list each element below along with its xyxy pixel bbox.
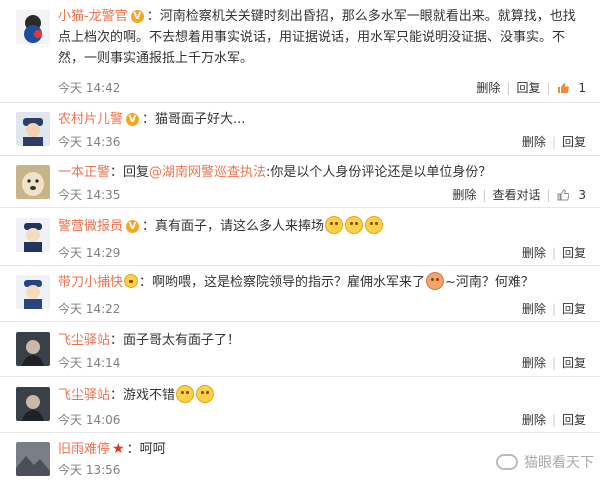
crying-emoji-icon: [196, 385, 215, 403]
avatar[interactable]: [16, 112, 50, 146]
delete-link[interactable]: 删除: [522, 413, 546, 427]
delete-link[interactable]: 删除: [522, 135, 546, 149]
cat-emoji-icon: [345, 216, 364, 234]
comment-item: 飞尘驿站：游戏不错 今天 14:06 删除 | 回复: [0, 377, 600, 433]
comment-text: ：游戏不错: [110, 388, 176, 403]
comment-time: 今天 13:56: [58, 463, 121, 477]
comment-text-line: 小猫-龙警官 V ：河南检察机关关键时刻出昏招，那么多水军一眼就看出来。就算找，也找…: [58, 6, 586, 69]
comment-text: :你是以个人身份评论还是以单位身份？: [266, 165, 492, 180]
thumbs-up-icon: [557, 189, 569, 201]
verified-badge-icon: V: [126, 113, 140, 126]
comment-item: 带刀小捕快 ：啊哟喂，这是检察院领导的指示？雇佣水军来了 ~河南？何难？ 今天 14…: [0, 266, 600, 322]
comment-text-line: 飞尘驿站：游戏不错: [58, 385, 586, 406]
avatar[interactable]: [16, 275, 50, 309]
avatar[interactable]: [16, 332, 50, 366]
username-link[interactable]: 警营微报员: [58, 219, 123, 234]
thumbs-up-icon: [557, 83, 569, 93]
comment-text-line: 警营微报员 V ：真有面子，请这么多人来捧场: [58, 216, 586, 237]
laugh-emoji-icon: [426, 272, 445, 290]
comment-item: 农村片儿警 V ：猫哥面子好大... 今天 14:36 删除 | 回复: [0, 103, 600, 156]
comment-text: ：猫哥面子好大...: [142, 112, 246, 127]
verified-badge-icon: V: [130, 10, 144, 23]
delete-link[interactable]: 删除: [522, 246, 546, 260]
cat-emoji-icon: [365, 216, 384, 234]
comment-text: ：呵呵: [126, 442, 166, 457]
comment-time: 今天 14:22: [58, 302, 121, 316]
comment-text-line: 农村片儿警 V ：猫哥面子好大...: [58, 109, 586, 130]
comment-text: ：啊哟喂，这是检察院领导的指示？雇佣水军来了: [139, 275, 426, 290]
avatar[interactable]: [16, 218, 50, 252]
avatar[interactable]: [16, 165, 50, 199]
username-link[interactable]: 带刀小捕快: [58, 275, 123, 290]
comment-item: 一本正警：回复@湖南网警巡查执法:你是以个人身份评论还是以单位身份？ 今天 14…: [0, 156, 600, 208]
comment-time: 今天 14:06: [58, 413, 121, 427]
comment-time: 今天 14:42: [58, 81, 121, 95]
delete-link[interactable]: 删除: [452, 188, 476, 202]
avatar[interactable]: [16, 442, 50, 476]
like-count: 3: [578, 188, 586, 202]
username-link[interactable]: 飞尘驿站: [58, 388, 110, 403]
comment-item: 飞尘驿站：面子哥太有面子了！ 今天 14:14 删除 | 回复: [0, 322, 600, 377]
star-badge-icon: ★: [112, 441, 125, 457]
like-count: 1: [578, 81, 586, 95]
reply-prefix: ：回复: [110, 165, 150, 180]
avatar[interactable]: [16, 10, 50, 44]
like-button[interactable]: 3: [557, 188, 586, 202]
avatar[interactable]: [16, 387, 50, 421]
comment-text-line: 一本正警：回复@湖南网警巡查执法:你是以个人身份评论还是以单位身份？: [58, 162, 586, 183]
delete-link[interactable]: 删除: [476, 81, 500, 95]
comment-text-line: 带刀小捕快 ：啊哟喂，这是检察院领导的指示？雇佣水军来了 ~河南？何难？: [58, 272, 586, 293]
username-link[interactable]: 旧雨难停: [58, 442, 110, 457]
reply-link[interactable]: 回复: [562, 413, 586, 427]
username-link[interactable]: 农村片儿警: [58, 112, 123, 127]
wechat-icon: [496, 454, 518, 470]
comment-time: 今天 14:35: [58, 188, 121, 202]
verified-badge-icon: V: [126, 220, 140, 233]
crying-emoji-icon: [176, 385, 195, 403]
reply-link[interactable]: 回复: [562, 135, 586, 149]
reply-link[interactable]: 回复: [562, 302, 586, 316]
view-conversation-link[interactable]: 查看对话: [492, 188, 540, 202]
like-button[interactable]: 1: [557, 81, 586, 95]
reply-link[interactable]: 回复: [562, 246, 586, 260]
delete-link[interactable]: 删除: [522, 356, 546, 370]
username-link[interactable]: 飞尘驿站: [58, 333, 110, 348]
comment-feed: 小猫-龙警官 V ：河南检察机关关键时刻出昏招，那么多水军一眼就看出来。就算找，也找…: [0, 0, 600, 486]
comment-time: 今天 14:14: [58, 356, 121, 370]
watermark-text: 猫眼看天下: [524, 455, 594, 471]
comment-text-cont: ~河南？何难？: [445, 275, 534, 290]
member-badge-icon: [124, 274, 139, 288]
username-link[interactable]: 小猫-龙警官: [58, 9, 128, 24]
comment-text-line: 飞尘驿站：面子哥太有面子了！: [58, 330, 586, 351]
comment-time: 今天 14:29: [58, 246, 121, 260]
username-link[interactable]: 一本正警: [58, 165, 110, 180]
delete-link[interactable]: 删除: [522, 302, 546, 316]
comment-item: 警营微报员 V ：真有面子，请这么多人来捧场 今天 14:29 删除 | 回复: [0, 208, 600, 266]
comment-text: ：面子哥太有面子了！: [110, 333, 241, 348]
reply-link[interactable]: 回复: [562, 356, 586, 370]
reply-link[interactable]: 回复: [516, 81, 540, 95]
cat-emoji-icon: [325, 216, 344, 234]
mention-link[interactable]: @湖南网警巡查执法: [149, 165, 266, 180]
comment-time: 今天 14:36: [58, 135, 121, 149]
comment-item: 小猫-龙警官 V ：河南检察机关关键时刻出昏招，那么多水军一眼就看出来。就算找，也找…: [0, 0, 600, 103]
watermark: 猫眼看天下: [496, 452, 594, 472]
comment-text: ：真有面子，请这么多人来捧场: [142, 219, 325, 234]
